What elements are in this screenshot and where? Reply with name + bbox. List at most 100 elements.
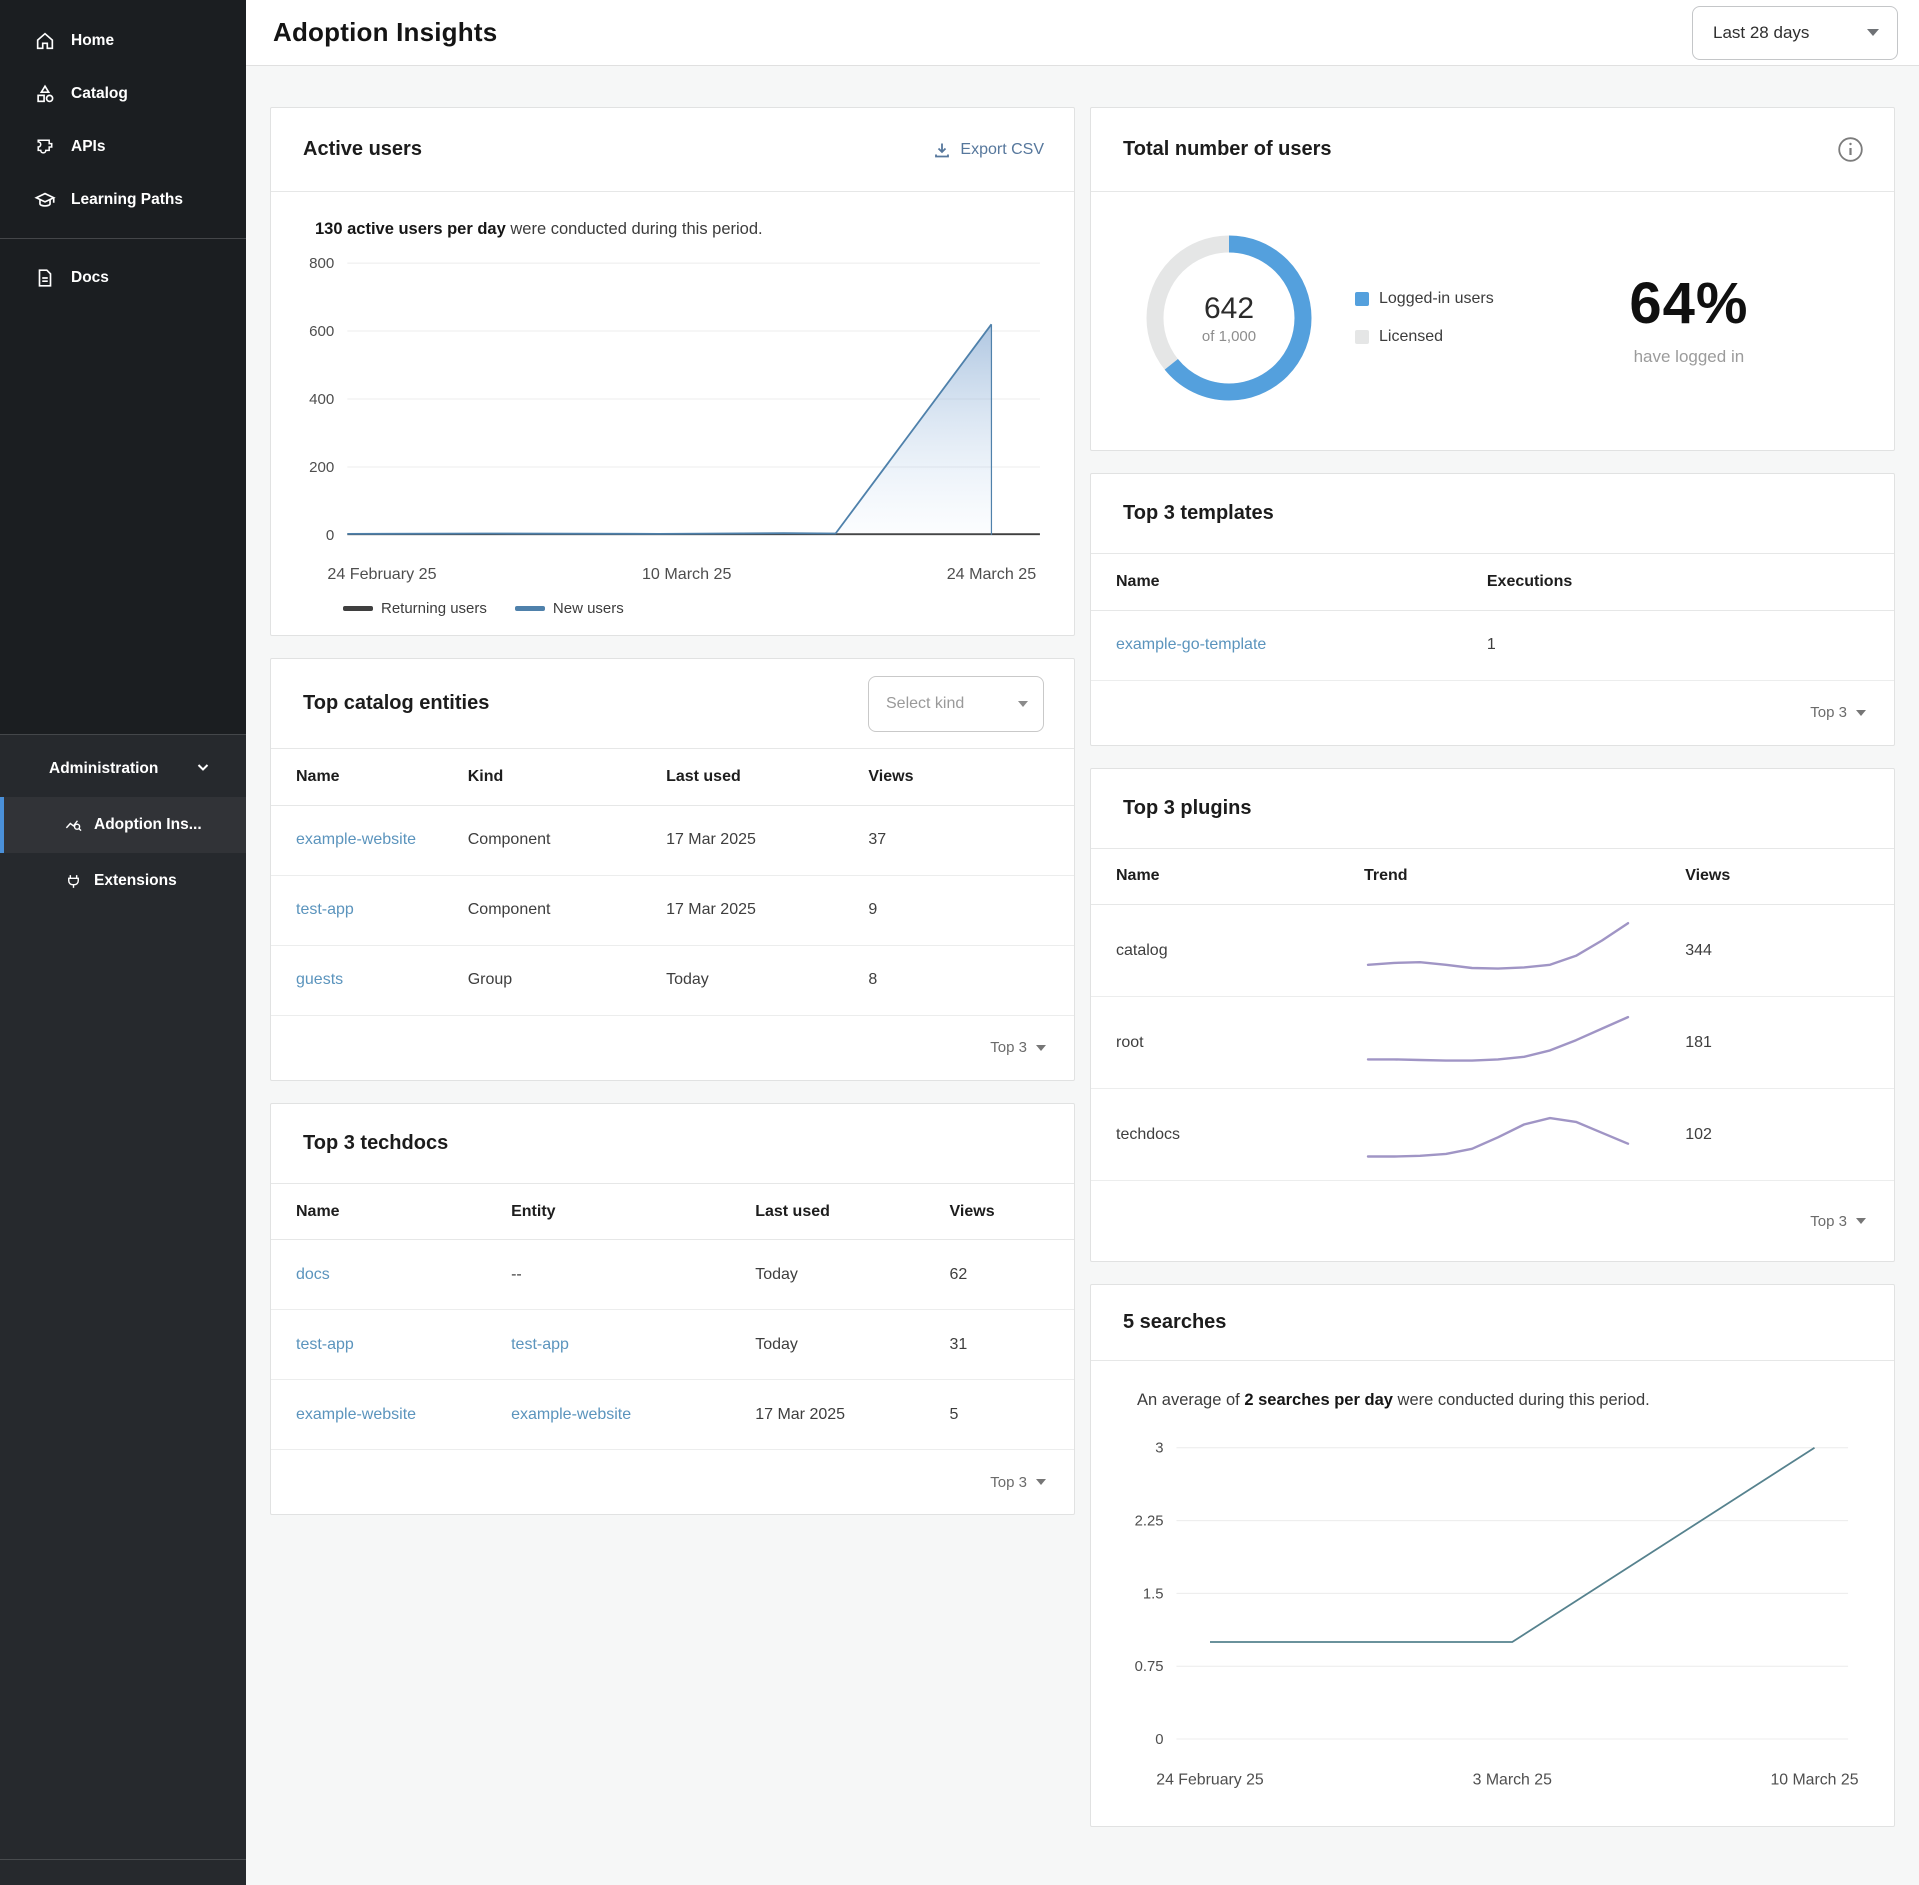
searches-card: 5 searches An average of 2 searches per … [1090, 1284, 1895, 1827]
dashboard-content: Active users Export CSV 130 active users… [246, 66, 1919, 1871]
export-csv-button[interactable]: Export CSV [933, 141, 1044, 159]
sidebar-item-label: APIs [71, 138, 105, 156]
techdoc-link[interactable]: test-app [271, 1310, 511, 1380]
svg-text:10 March 25: 10 March 25 [642, 565, 732, 583]
donut-legend: Logged-in users Licensed [1355, 290, 1494, 346]
info-icon[interactable] [1837, 136, 1864, 163]
top-templates-card: Top 3 templates Name Executions example-… [1090, 473, 1895, 746]
table-header-row: Name Trend Views [1091, 849, 1894, 905]
active-users-card: Active users Export CSV 130 active users… [270, 107, 1075, 636]
table-row: test-app Component 17 Mar 2025 9 [271, 875, 1074, 945]
active-users-chart: 020040060080024 February 2510 March 2524… [271, 245, 1074, 594]
techdoc-link[interactable]: docs [271, 1240, 511, 1310]
table-row: docs -- Today 62 [271, 1240, 1074, 1310]
select-kind-dropdown[interactable]: Select kind [868, 676, 1044, 732]
entity-link[interactable]: example-website [271, 805, 468, 875]
donut-center-label: 642 of 1,000 [1137, 226, 1321, 410]
svg-text:400: 400 [309, 391, 334, 408]
chevron-down-icon [1036, 1479, 1046, 1485]
chevron-down-icon [1018, 701, 1028, 707]
templates-table: Name Executions example-go-template 1 [1091, 554, 1894, 681]
adoption-insights-icon [64, 816, 83, 835]
logged-in-percent: 64% have logged in [1528, 270, 1850, 367]
top3-dropdown[interactable]: Top 3 [1091, 1181, 1894, 1261]
entity-link[interactable]: guests [271, 945, 468, 1015]
table-header-row: Name Entity Last used Views [271, 1184, 1074, 1240]
sidebar-divider [0, 238, 246, 239]
sidebar-item-administration[interactable]: Administration [0, 741, 246, 797]
svg-text:0.75: 0.75 [1135, 1659, 1164, 1675]
svg-text:1.5: 1.5 [1143, 1586, 1164, 1602]
learning-paths-icon [34, 189, 56, 211]
period-select[interactable]: Last 28 days [1692, 6, 1898, 60]
table-header-row: Name Executions [1091, 554, 1894, 610]
card-title: Top 3 templates [1123, 502, 1274, 525]
entity-link[interactable]: example-website [511, 1380, 755, 1450]
entity-link[interactable]: test-app [511, 1310, 755, 1380]
card-title: 5 searches [1123, 1311, 1226, 1334]
svg-text:2.25: 2.25 [1135, 1514, 1164, 1530]
sidebar-spacer [0, 304, 246, 734]
table-row: example-go-template 1 [1091, 610, 1894, 680]
sidebar-item-learning-paths[interactable]: Learning Paths [0, 173, 246, 226]
svg-text:24 March 25: 24 March 25 [947, 565, 1037, 583]
sidebar-item-docs[interactable]: Docs [0, 251, 246, 304]
svg-text:800: 800 [309, 255, 334, 272]
logged-in-swatch [1355, 292, 1369, 306]
period-select-value: Last 28 days [1713, 23, 1809, 43]
top-plugins-card: Top 3 plugins Name Trend Views catalog 3… [1090, 768, 1895, 1263]
users-donut-chart: 642 of 1,000 [1137, 226, 1321, 410]
active-users-summary: 130 active users per day were conducted … [271, 192, 1074, 245]
chevron-down-icon [195, 759, 211, 780]
sidebar-item-label: Catalog [71, 85, 128, 103]
trend-sparkline [1364, 1004, 1685, 1082]
sidebar-item-apis[interactable]: APIs [0, 120, 246, 173]
sidebar-item-extensions[interactable]: Extensions [0, 853, 246, 909]
card-title: Active users [303, 138, 422, 161]
template-link[interactable]: example-go-template [1091, 610, 1487, 680]
legend-item-new: New users [515, 600, 624, 617]
top3-dropdown[interactable]: Top 3 [271, 1450, 1074, 1514]
table-row: catalog 344 [1091, 905, 1894, 997]
sidebar: Home Catalog APIs Learning Paths Docs A [0, 0, 246, 1885]
legend-item-logged-in: Logged-in users [1355, 290, 1494, 308]
sidebar-item-home[interactable]: Home [0, 14, 246, 67]
new-users-swatch [515, 606, 545, 611]
table-row: example-website example-website 17 Mar 2… [271, 1380, 1074, 1450]
table-header-row: Name Kind Last used Views [271, 749, 1074, 805]
sidebar-item-label: Learning Paths [71, 191, 183, 209]
table-row: test-app test-app Today 31 [271, 1310, 1074, 1380]
docs-icon [34, 267, 56, 289]
card-title: Top catalog entities [303, 692, 489, 715]
sidebar-item-label: Docs [71, 269, 109, 287]
legend-item-returning: Returning users [343, 600, 487, 617]
sidebar-item-label: Home [71, 32, 114, 50]
entity-link[interactable]: test-app [271, 875, 468, 945]
home-icon [34, 30, 56, 52]
sidebar-item-catalog[interactable]: Catalog [0, 67, 246, 120]
svg-text:24 February 25: 24 February 25 [1156, 1772, 1264, 1789]
plugins-table: Name Trend Views catalog 344 root [1091, 849, 1894, 1182]
chevron-down-icon [1036, 1045, 1046, 1051]
trend-sparkline [1364, 1096, 1685, 1174]
sidebar-item-label: Adoption Ins... [94, 816, 202, 834]
returning-users-swatch [343, 606, 373, 611]
techdocs-table: Name Entity Last used Views docs -- Toda… [271, 1184, 1074, 1451]
table-row: guests Group Today 8 [271, 945, 1074, 1015]
sidebar-item-adoption-insights[interactable]: Adoption Ins... [0, 797, 246, 853]
svg-text:600: 600 [309, 323, 334, 340]
searches-chart: 00.751.52.25324 February 253 March 2510 … [1115, 1426, 1858, 1800]
right-column: Total number of users 642 of 1,000 Logge… [1090, 107, 1895, 1827]
download-icon [933, 141, 951, 159]
sidebar-footer [0, 1859, 246, 1885]
svg-text:200: 200 [309, 459, 334, 476]
main-area: Adoption Insights Last 28 days Active us… [246, 0, 1919, 1871]
page-header: Adoption Insights Last 28 days [246, 0, 1919, 66]
svg-text:10 March 25: 10 March 25 [1770, 1772, 1858, 1789]
apis-icon [34, 136, 56, 158]
top3-dropdown[interactable]: Top 3 [271, 1016, 1074, 1080]
left-column: Active users Export CSV 130 active users… [270, 107, 1075, 1827]
top3-dropdown[interactable]: Top 3 [1091, 681, 1894, 745]
techdoc-link[interactable]: example-website [271, 1380, 511, 1450]
card-title: Total number of users [1123, 138, 1332, 161]
